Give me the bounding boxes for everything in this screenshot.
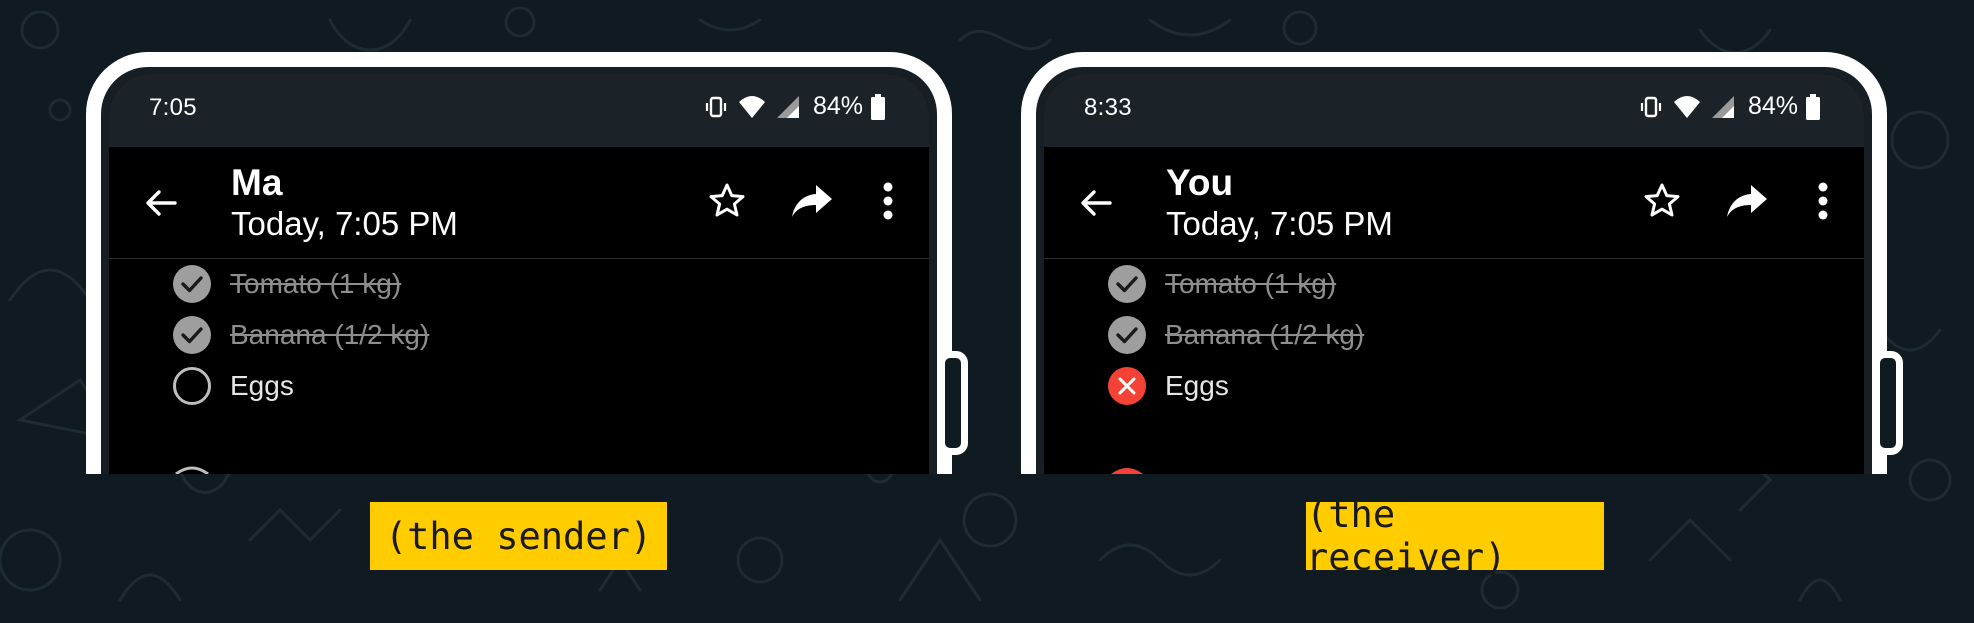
star-icon[interactable]	[1642, 181, 1682, 221]
status-time: 7:05	[149, 94, 197, 121]
system-icons: 84%	[703, 92, 885, 121]
receiver-caption: (the receiver)	[1306, 493, 1604, 579]
message-timestamp: Today, 7:05 PM	[1166, 205, 1393, 242]
signal-icon	[1711, 95, 1734, 118]
forward-icon[interactable]	[790, 183, 834, 219]
check-circle-icon[interactable]	[172, 264, 212, 304]
message-info-header: You Today, 7:05 PM	[1044, 147, 1864, 259]
system-icons: 84%	[1638, 92, 1820, 121]
check-circle-icon[interactable]	[1107, 315, 1147, 355]
back-arrow-icon[interactable]	[143, 185, 179, 221]
empty-circle-icon[interactable]	[172, 366, 212, 406]
vibrate-icon	[705, 96, 727, 117]
contact-name: You	[1166, 162, 1234, 203]
status-time: 8:33	[1084, 94, 1132, 121]
check-circle-icon[interactable]	[1107, 264, 1147, 304]
phone-side-button	[938, 351, 968, 455]
shopping-list: Tomato (1 kg) Banana (1/2 kg) Eggs	[172, 258, 429, 411]
chat-title: Ma Today, 7:05 PM	[231, 161, 458, 243]
battery-icon	[1806, 93, 1820, 120]
star-icon[interactable]	[707, 181, 747, 221]
partial-next-item-icon	[1111, 468, 1143, 474]
list-item[interactable]: Eggs	[172, 360, 429, 411]
list-item[interactable]: Banana (1/2 kg)	[172, 309, 429, 360]
back-arrow-icon[interactable]	[1078, 185, 1114, 221]
wifi-icon	[1673, 95, 1700, 118]
status-bar: 8:33 84%	[1044, 74, 1864, 147]
message-info-header: Ma Today, 7:05 PM	[109, 147, 929, 259]
phone-side-button	[1873, 351, 1903, 455]
item-label: Banana (1/2 kg)	[1165, 318, 1365, 350]
chat-title: You Today, 7:05 PM	[1166, 161, 1393, 243]
item-label: Eggs	[1165, 369, 1229, 401]
list-item[interactable]: Banana (1/2 kg)	[1107, 309, 1364, 360]
list-item[interactable]: Tomato (1 kg)	[172, 258, 429, 309]
item-label: Tomato (1 kg)	[1165, 267, 1337, 299]
list-item[interactable]: Tomato (1 kg)	[1107, 258, 1364, 309]
battery-percent: 84%	[1747, 92, 1798, 120]
vibrate-icon	[1640, 96, 1662, 117]
shopping-list: Tomato (1 kg) Banana (1/2 kg) Eggs	[1107, 258, 1364, 411]
status-bar: 7:05 84%	[109, 74, 929, 147]
message-timestamp: Today, 7:05 PM	[231, 205, 458, 242]
forward-icon[interactable]	[1725, 183, 1769, 219]
signal-icon	[776, 95, 799, 118]
more-vert-icon[interactable]	[1817, 181, 1829, 221]
battery-percent: 84%	[812, 92, 863, 120]
more-vert-icon[interactable]	[882, 181, 894, 221]
list-item[interactable]: Eggs	[1107, 360, 1364, 411]
cross-circle-icon[interactable]	[1107, 366, 1147, 406]
battery-icon	[871, 93, 885, 120]
item-label: Eggs	[230, 369, 294, 401]
wifi-icon	[738, 95, 765, 118]
item-label: Tomato (1 kg)	[230, 267, 402, 299]
sender-caption: (the sender)	[370, 502, 667, 570]
partial-next-item-icon	[175, 466, 209, 474]
item-label: Banana (1/2 kg)	[230, 318, 430, 350]
check-circle-icon[interactable]	[172, 315, 212, 355]
contact-name: Ma	[231, 162, 283, 203]
